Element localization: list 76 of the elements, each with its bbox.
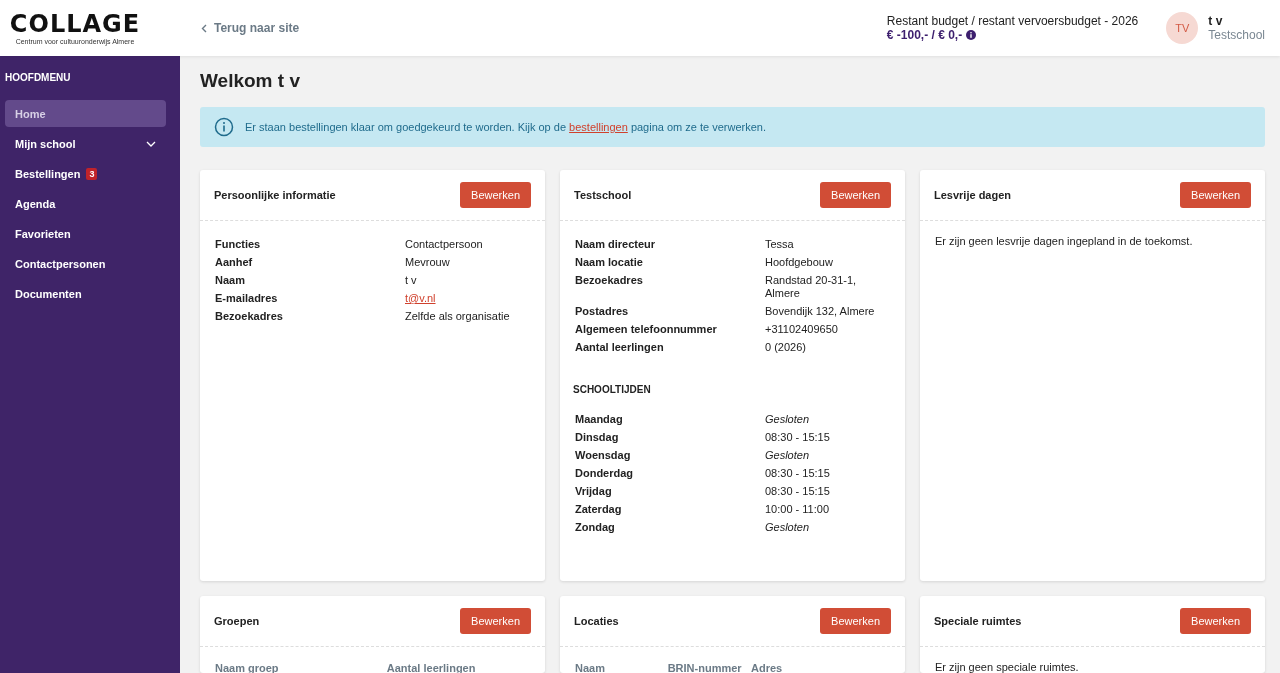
logo-wordmark[interactable]: COLLAGE bbox=[9, 11, 141, 36]
field-value: Tessa bbox=[765, 238, 795, 251]
field-label: Zaterdag bbox=[575, 503, 623, 516]
card-title: Persoonlijke informatie bbox=[214, 189, 336, 201]
edit-button[interactable]: Bewerken bbox=[820, 608, 891, 634]
field-label: Bezoekadres bbox=[215, 310, 284, 323]
column-header: Naam bbox=[575, 662, 606, 673]
field-value: Gesloten bbox=[765, 413, 811, 426]
sidebar-item[interactable]: Contactpersonen bbox=[5, 250, 166, 277]
card-title: Speciale ruimtes bbox=[934, 615, 1022, 627]
field-label: Bezoekadres bbox=[575, 274, 644, 288]
edit-button[interactable]: Bewerken bbox=[460, 182, 531, 208]
edit-button[interactable]: Bewerken bbox=[820, 182, 891, 208]
edit-button[interactable]: Bewerken bbox=[1180, 182, 1251, 208]
email-link[interactable]: t@v.nl bbox=[405, 292, 436, 305]
count-badge: 3 bbox=[86, 167, 98, 180]
user-school: Testschool bbox=[1208, 28, 1265, 42]
empty-message: Er zijn geen lesvrije dagen ingepland in de toekomst. bbox=[935, 235, 1194, 247]
edit-button[interactable]: Bewerken bbox=[460, 608, 531, 634]
field-value: Randstad 20-31-1, Almere bbox=[765, 274, 858, 300]
sidebar-item[interactable]: Agenda bbox=[5, 190, 166, 217]
field-label: Vrijdag bbox=[575, 485, 613, 498]
menu-heading: HOOFDMENU bbox=[5, 72, 72, 83]
field-label: Algemeen telefoonnummer bbox=[575, 323, 718, 336]
field-label: Aanhef bbox=[215, 256, 254, 269]
back-chevron-icon bbox=[201, 23, 207, 33]
field-value: Hoofdgebouw bbox=[765, 256, 834, 269]
field-value: t v bbox=[405, 274, 418, 287]
field-value: +31102409650 bbox=[765, 323, 839, 336]
field-label: Dinsdag bbox=[575, 431, 620, 444]
field-value: Bovendijk 132, Almere bbox=[765, 305, 876, 318]
field-label: Zondag bbox=[575, 521, 616, 534]
info-icon[interactable] bbox=[966, 30, 977, 40]
column-header: Adres bbox=[751, 662, 784, 673]
field-label: Naam directeur bbox=[575, 238, 657, 251]
sidebar-item[interactable]: Documenten bbox=[5, 280, 166, 307]
field-label: Aantal leerlingen bbox=[575, 341, 665, 354]
field-label: Naam bbox=[215, 274, 246, 287]
field-value: 08:30 - 15:15 bbox=[765, 467, 831, 480]
field-value: Gesloten bbox=[765, 449, 811, 462]
field-label: Functies bbox=[215, 238, 262, 251]
edit-button[interactable]: Bewerken bbox=[1180, 608, 1251, 634]
card-title: Testschool bbox=[574, 189, 632, 201]
field-label: Woensdag bbox=[575, 449, 632, 462]
info-icon bbox=[214, 117, 234, 137]
alert-text: Er staan bestellingen klaar om goedgekeurd te worden. Kijk op de bestellingen pagina om ze te verwerken. bbox=[245, 121, 766, 133]
field-value: 0 (2026) bbox=[765, 341, 807, 354]
field-label: Postadres bbox=[575, 305, 630, 318]
user-name: t v bbox=[1208, 14, 1224, 28]
column-header: BRIN-nummer bbox=[667, 662, 743, 673]
sidebar-item[interactable]: Bestellingen 3 bbox=[5, 160, 166, 187]
orders-link[interactable]: bestellingen bbox=[569, 121, 628, 133]
user-avatar[interactable]: TV bbox=[1166, 12, 1199, 44]
sidebar-item[interactable]: Favorieten bbox=[5, 220, 166, 247]
field-value: 08:30 - 15:15 bbox=[765, 431, 831, 444]
card-title: Locaties bbox=[574, 615, 619, 627]
field-value: 10:00 - 11:00 bbox=[765, 503, 830, 516]
card-title: Groepen bbox=[214, 615, 260, 627]
section-heading: SCHOOLTIJDEN bbox=[573, 384, 652, 395]
field-value: Mevrouw bbox=[405, 256, 451, 269]
budget-amount: € -100,- / € 0,- bbox=[886, 28, 963, 42]
sidebar-item[interactable]: Home bbox=[5, 100, 166, 127]
field-value: Gesloten bbox=[765, 521, 811, 534]
field-value: 08:30 - 15:15 bbox=[765, 485, 831, 498]
field-label: E-mailadres bbox=[215, 292, 279, 305]
sidebar-item[interactable]: Mijn school bbox=[5, 130, 166, 157]
card-title: Lesvrije dagen bbox=[934, 189, 1012, 201]
page-title: Welkom t v bbox=[200, 70, 301, 92]
back-link[interactable]: Terug naar site bbox=[201, 21, 300, 35]
budget-label: Restant budget / restant vervoersbudget - 2026 bbox=[886, 14, 1139, 28]
field-label: Naam locatie bbox=[575, 256, 644, 269]
field-value: Contactpersoon bbox=[405, 238, 484, 251]
field-label: Maandag bbox=[575, 413, 624, 426]
field-label: Donderdag bbox=[575, 467, 635, 480]
empty-message: Er zijn geen speciale ruimtes. bbox=[935, 661, 1080, 673]
field-value: Zelfde als organisatie bbox=[405, 310, 511, 323]
